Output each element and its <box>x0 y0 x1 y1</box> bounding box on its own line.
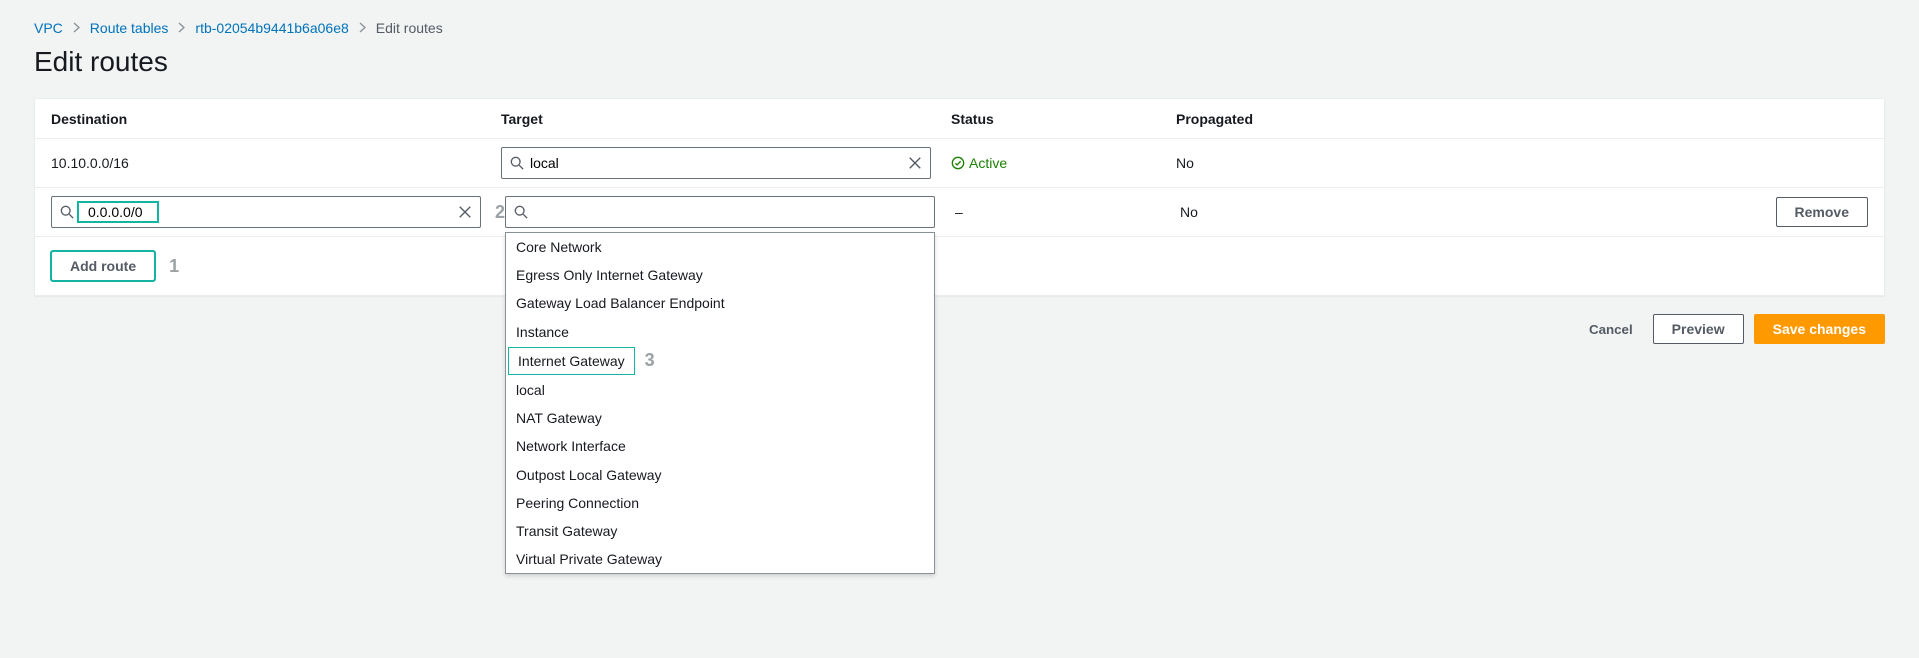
table-row: 10.10.0.0/16 Active No <box>35 139 1884 188</box>
col-header-status: Status <box>951 111 1176 127</box>
search-icon <box>60 205 74 219</box>
table-row: 2 Core Network Egress Only Internet Gate… <box>35 188 1884 237</box>
target-input[interactable] <box>530 155 908 171</box>
dropdown-item[interactable]: local <box>506 376 934 404</box>
dropdown-item[interactable]: NAT Gateway <box>506 404 934 432</box>
propagated-text: No <box>1180 204 1198 220</box>
breadcrumbs: VPC Route tables rtb-02054b9441b6a06e8 E… <box>34 20 1885 36</box>
breadcrumb-route-tables[interactable]: Route tables <box>90 20 169 36</box>
cancel-button[interactable]: Cancel <box>1579 316 1643 343</box>
clear-icon[interactable] <box>908 156 922 170</box>
routes-panel: Destination Target Status Propagated 10.… <box>34 98 1885 296</box>
chevron-right-icon <box>178 20 185 36</box>
dropdown-item[interactable]: Network Interface <box>506 432 934 460</box>
breadcrumb-rtb-id[interactable]: rtb-02054b9441b6a06e8 <box>195 20 348 36</box>
col-header-destination: Destination <box>51 111 501 127</box>
annotation-3: 3 <box>645 350 655 371</box>
search-icon <box>514 205 528 219</box>
preview-button[interactable]: Preview <box>1653 314 1744 344</box>
chevron-right-icon <box>359 20 366 36</box>
dropdown-item[interactable]: Instance <box>506 318 934 346</box>
page-actions: Cancel Preview Save changes <box>34 314 1885 344</box>
destination-text: 10.10.0.0/16 <box>51 155 129 171</box>
clear-icon[interactable] <box>458 205 472 219</box>
target-search-box[interactable] <box>505 196 935 228</box>
dropdown-item[interactable]: Core Network <box>506 233 934 261</box>
dropdown-item-internet-gateway[interactable]: Internet Gateway <box>508 347 635 375</box>
search-icon <box>510 156 524 170</box>
col-header-target: Target <box>501 111 951 127</box>
dropdown-item[interactable]: Egress Only Internet Gateway <box>506 261 934 289</box>
add-route-row: Add route 1 <box>35 237 1884 295</box>
status-badge: Active <box>951 155 1007 171</box>
page-title: Edit routes <box>34 46 1885 78</box>
add-route-button[interactable]: Add route <box>51 251 155 281</box>
breadcrumb-vpc[interactable]: VPC <box>34 20 63 36</box>
status-text: – <box>955 204 963 220</box>
target-search-box[interactable] <box>501 147 931 179</box>
col-header-propagated: Propagated <box>1176 111 1326 127</box>
dropdown-item[interactable]: Outpost Local Gateway <box>506 461 934 489</box>
remove-button[interactable]: Remove <box>1776 197 1868 227</box>
save-button[interactable]: Save changes <box>1754 314 1885 344</box>
breadcrumb-current: Edit routes <box>376 20 443 36</box>
annotation-1: 1 <box>169 256 179 277</box>
target-input[interactable] <box>534 204 926 220</box>
table-header-row: Destination Target Status Propagated <box>35 99 1884 139</box>
chevron-right-icon <box>73 20 80 36</box>
propagated-text: No <box>1176 155 1194 171</box>
dropdown-item[interactable]: Transit Gateway <box>506 517 934 545</box>
dropdown-item[interactable]: Gateway Load Balancer Endpoint <box>506 289 934 317</box>
target-dropdown: Core Network Egress Only Internet Gatewa… <box>505 232 935 574</box>
check-circle-icon <box>951 156 965 170</box>
dropdown-item[interactable]: Peering Connection <box>506 489 934 517</box>
dropdown-item[interactable]: Virtual Private Gateway <box>506 545 934 573</box>
destination-search-box[interactable] <box>51 196 481 228</box>
annotation-2: 2 <box>495 202 505 223</box>
destination-input[interactable] <box>88 204 154 220</box>
